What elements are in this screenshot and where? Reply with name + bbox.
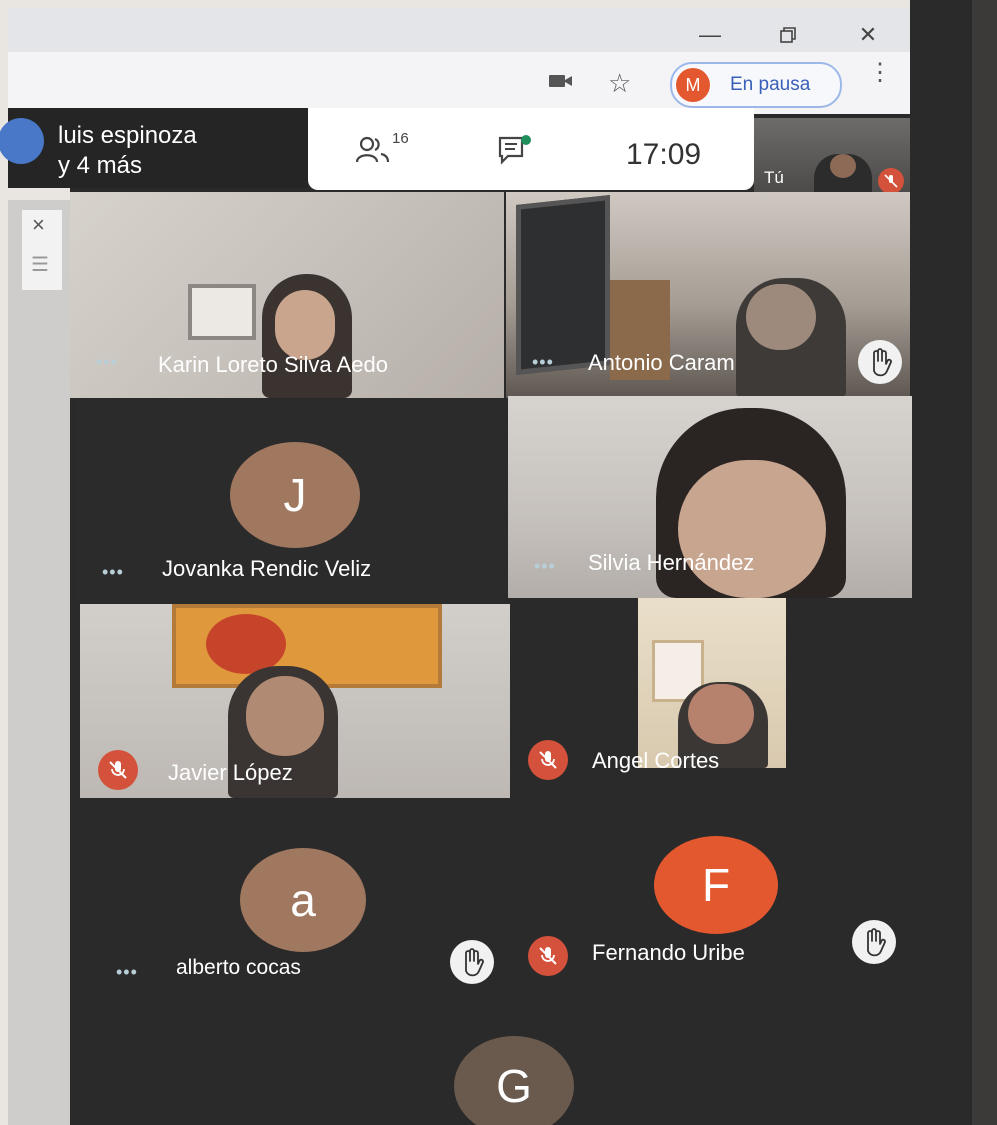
profile-avatar: M bbox=[676, 68, 710, 102]
side-panel-controls: × ☰ bbox=[22, 210, 62, 290]
mic-off-icon bbox=[528, 740, 568, 780]
participant-name: Karin Loreto Silva Aedo bbox=[158, 352, 388, 377]
poster-shape bbox=[206, 614, 286, 674]
wall-picture bbox=[188, 284, 256, 340]
maximize-icon[interactable] bbox=[768, 20, 808, 50]
participant-tile[interactable]: J ••• Jovanka Rendic Veliz bbox=[76, 400, 506, 604]
self-view-tile: Tú bbox=[754, 118, 910, 196]
participant-avatar: F bbox=[654, 836, 778, 934]
participant-tile[interactable]: Angel Cortes bbox=[510, 598, 910, 794]
mic-off-icon bbox=[528, 936, 568, 976]
self-mic-off-icon[interactable] bbox=[878, 168, 904, 194]
participant-avatar: J bbox=[230, 442, 360, 548]
more-options-icon[interactable]: ••• bbox=[102, 562, 124, 583]
participant-name: Fernando Uribe bbox=[592, 940, 745, 965]
more-options-icon[interactable]: ••• bbox=[532, 352, 554, 373]
participant-tile[interactable]: F Fernando Uribe bbox=[520, 820, 910, 1010]
chat-icon[interactable] bbox=[498, 134, 534, 171]
more-options-icon[interactable]: ••• bbox=[534, 556, 556, 577]
pause-label: En pausa bbox=[730, 74, 811, 95]
participant-video-face bbox=[275, 290, 335, 360]
participant-name: Silvia Hernández bbox=[588, 550, 755, 575]
participant-name: Antonio Caram bbox=[588, 350, 735, 375]
participant-name: Angel Cortes bbox=[592, 748, 720, 773]
bookmark-star-icon[interactable]: ☆ bbox=[608, 68, 631, 99]
participant-video-face bbox=[688, 684, 754, 744]
meeting-clock: 17:09 bbox=[626, 138, 702, 171]
participant-tile[interactable]: ••• Silvia Hernández bbox=[508, 396, 912, 598]
raise-hand-icon bbox=[858, 340, 902, 384]
self-video-face bbox=[830, 154, 856, 178]
participant-video-face bbox=[746, 284, 816, 350]
close-panel-icon[interactable]: × bbox=[32, 212, 45, 238]
menu-icon[interactable]: ☰ bbox=[31, 252, 49, 277]
self-label: Tú bbox=[764, 168, 784, 187]
minimize-icon[interactable]: — bbox=[690, 20, 730, 50]
meeting-controls-bar: 16 17:09 bbox=[308, 108, 754, 190]
mic-off-icon bbox=[98, 750, 138, 790]
participants-icon[interactable] bbox=[355, 136, 390, 169]
participant-video-face bbox=[246, 676, 324, 756]
participant-name: Javier López bbox=[168, 760, 293, 785]
raise-hand-icon bbox=[852, 920, 896, 964]
participant-video-face bbox=[678, 460, 826, 598]
participant-name: alberto cocas bbox=[176, 956, 301, 979]
participant-video bbox=[638, 598, 786, 768]
window-titlebar: — ✕ bbox=[8, 8, 910, 52]
group-avatar bbox=[0, 118, 44, 164]
participant-tile[interactable]: a ••• alberto cocas bbox=[96, 820, 516, 1010]
tv-screen bbox=[516, 195, 610, 375]
participant-avatar: a bbox=[240, 848, 366, 952]
participant-name: Jovanka Rendic Veliz bbox=[162, 556, 372, 581]
participant-tile[interactable]: G bbox=[96, 1012, 910, 1125]
participant-avatar: G bbox=[454, 1036, 574, 1125]
profile-pause-chip[interactable]: M En pausa bbox=[670, 62, 842, 108]
participant-tile[interactable]: ••• Antonio Caram bbox=[506, 192, 910, 398]
browser-toolbar: ☆ M En pausa ⋮ bbox=[8, 52, 910, 114]
participant-tile[interactable]: ••• Karin Loreto Silva Aedo bbox=[70, 192, 504, 398]
camera-icon[interactable] bbox=[548, 72, 574, 95]
participants-count: 16 bbox=[392, 130, 409, 147]
meeting-header: luis espinoza y 4 más bbox=[0, 108, 308, 188]
group-name: luis espinoza bbox=[58, 122, 197, 149]
more-options-icon[interactable]: ••• bbox=[96, 352, 118, 373]
more-options-icon[interactable]: ••• bbox=[116, 962, 138, 983]
raise-hand-icon bbox=[450, 940, 494, 984]
group-name-more: y 4 más bbox=[58, 152, 143, 179]
screen-bezel bbox=[910, 0, 997, 1125]
close-window-icon[interactable]: ✕ bbox=[848, 20, 888, 50]
participant-tile[interactable]: Javier López bbox=[80, 604, 510, 798]
browser-menu-icon[interactable]: ⋮ bbox=[868, 61, 892, 85]
side-panel-strip: × ☰ bbox=[8, 200, 70, 1125]
